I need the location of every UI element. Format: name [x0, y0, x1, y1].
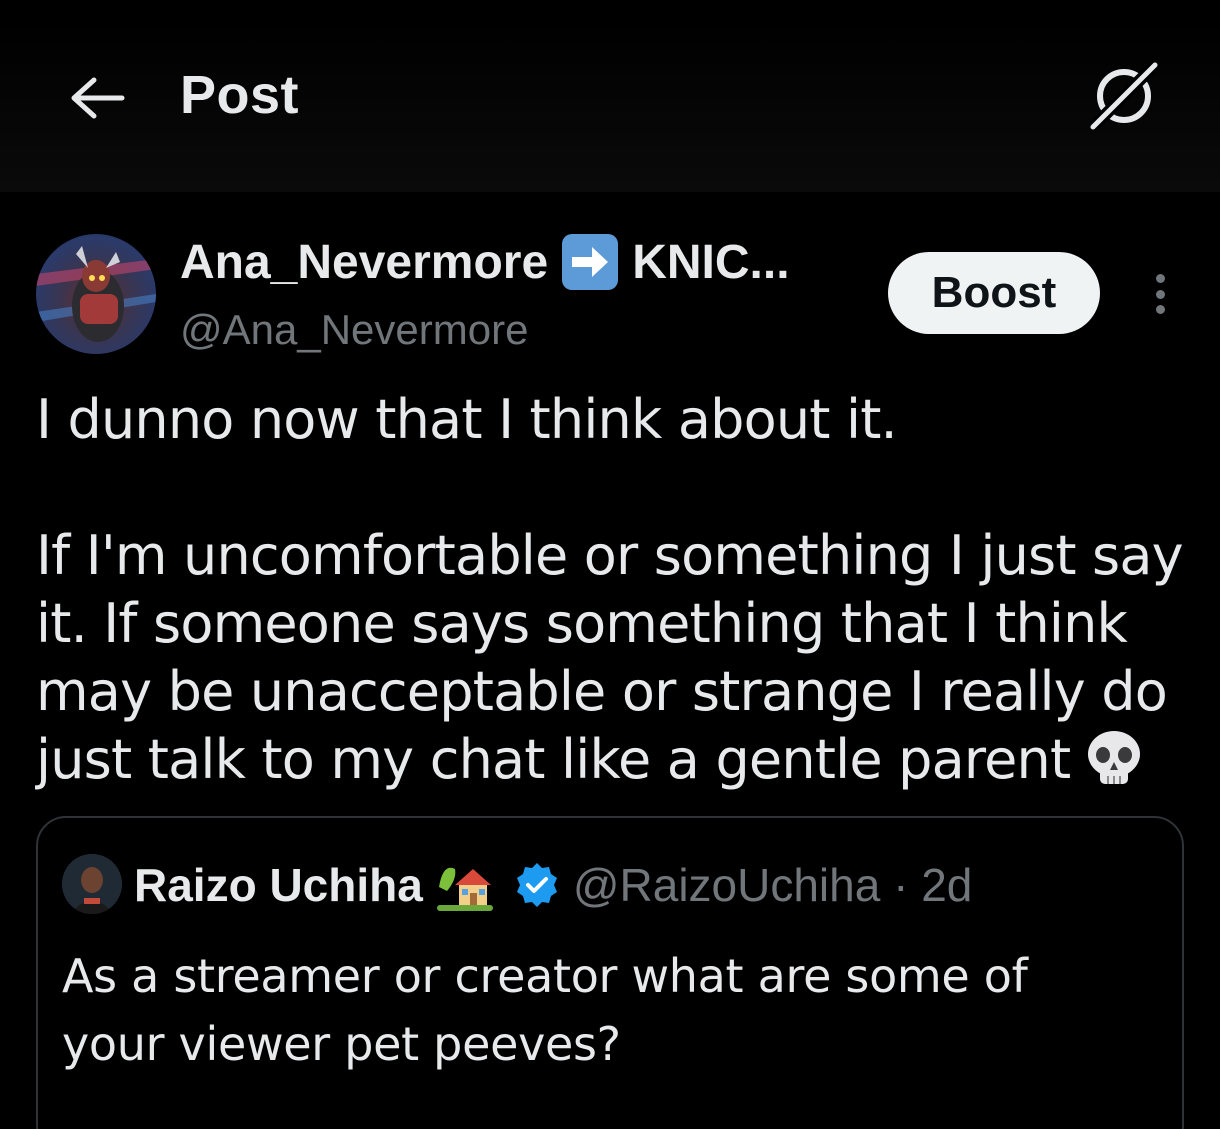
top-bar: Post: [0, 0, 1220, 192]
boost-button[interactable]: Boost: [888, 252, 1100, 334]
post-text-paragraph: If I'm uncomfortable or something I just…: [36, 522, 1186, 794]
arrow-left-icon: [71, 77, 125, 119]
skull-emoji: [1088, 731, 1141, 784]
quoted-author-name: Raizo Uchiha: [134, 859, 423, 911]
more-dot: [1155, 274, 1165, 283]
disconnected-globe-icon: [1090, 62, 1158, 130]
quoted-author-handle-and-time: @RaizoUchiha · 2d: [572, 859, 973, 911]
quoted-author-avatar[interactable]: [62, 854, 122, 914]
quoted-author-row: Raizo Uchiha @RaizoUchiha · 2d: [134, 852, 972, 918]
more-dot: [1155, 289, 1165, 299]
author-avatar[interactable]: [36, 234, 156, 354]
disconnected-globe-button[interactable]: [1082, 58, 1166, 134]
more-dot: [1155, 305, 1165, 314]
author-handle[interactable]: @Ana_Nevermore: [180, 306, 528, 354]
post-text-paragraph-body: If I'm uncomfortable or something I just…: [36, 524, 1184, 791]
right-arrow-emoji: [562, 234, 619, 290]
avatar-image: [36, 246, 156, 342]
author-display-name: Ana_Nevermore: [180, 235, 549, 289]
page-title: Post: [180, 65, 300, 125]
post-text: I dunno now that I think about it. If I'…: [36, 386, 1186, 794]
post-text-paragraph: I dunno now that I think about it.: [36, 388, 898, 451]
house-with-garden-emoji: [436, 867, 493, 911]
quoted-post-text: As a streamer or creator what are some o…: [62, 949, 1028, 1071]
avatar-image: [62, 854, 122, 914]
quoted-post[interactable]: Raizo Uchiha @RaizoUchiha · 2d As a stre…: [36, 816, 1184, 1129]
author-display-name-rest: KNIC...: [632, 235, 790, 289]
more-options-icon[interactable]: [1140, 268, 1180, 320]
back-button[interactable]: [62, 70, 132, 126]
verified-badge-icon: [516, 863, 557, 907]
post-page: Post Ana_Nevermore KNIC... @Ana_Nevermor…: [0, 0, 1220, 1129]
author-name-row[interactable]: Ana_Nevermore KNIC...: [180, 232, 790, 292]
